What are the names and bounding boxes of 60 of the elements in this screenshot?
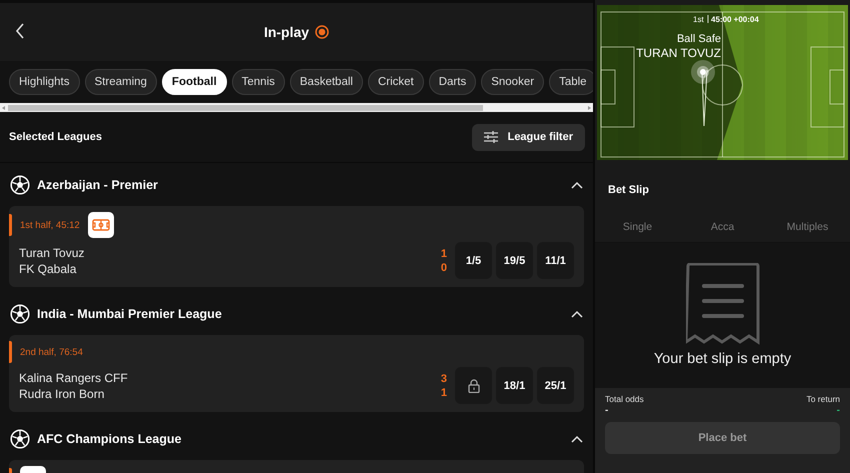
page-title: In-play	[264, 24, 310, 40]
league-name: India - Mumbai Premier League	[37, 306, 222, 320]
sport-tab[interactable]: Snooker	[481, 69, 544, 95]
live-marker	[9, 341, 12, 363]
team-name: Rudra Iron Born	[19, 386, 106, 400]
team-name: Kalina Rangers CFF	[19, 370, 129, 384]
sliders-icon	[484, 131, 498, 143]
match-period: 2nd half, 76:54	[20, 346, 83, 358]
ball-status: Ball Safe	[676, 33, 721, 45]
total-odds-label: Total odds	[605, 394, 644, 404]
sport-tab[interactable]: Streaming	[84, 69, 157, 95]
football-icon	[10, 304, 30, 324]
sport-tab[interactable]: Table	[549, 69, 593, 95]
team-in-possession: TURAN TOVUZ	[636, 46, 721, 60]
sport-tab[interactable]: Darts	[428, 69, 476, 95]
sport-tab[interactable]: Football	[162, 69, 227, 95]
team-score: 3	[440, 372, 447, 384]
chevron-icon[interactable]	[571, 434, 583, 442]
match-period: 1st half, 45:12	[20, 220, 80, 230]
odds-button[interactable]: 1/5	[455, 242, 492, 279]
league-filter-button[interactable]: League filter	[472, 124, 585, 150]
empty-message: Your bet slip is empty	[654, 351, 792, 367]
match-half: 1st	[693, 15, 704, 24]
odds-button[interactable]: 11/1	[537, 242, 574, 279]
football-icon	[10, 428, 30, 448]
football-icon	[10, 174, 30, 194]
team-score: 0	[440, 262, 447, 274]
match-card[interactable]: 2nd half, 76:54 Kalina Rangers CFF Rudra Iron Born 3 1 18/1 25/1	[9, 335, 584, 412]
pitch-icon[interactable]	[88, 212, 114, 238]
sport-tab[interactable]: Basketball	[290, 69, 363, 95]
match-clock: 45:00 +00:04	[711, 15, 759, 24]
chevron-icon[interactable]	[571, 310, 583, 318]
to-return-label: To return	[806, 394, 840, 404]
bet-type-tab[interactable]: Single	[595, 212, 680, 242]
league-name: AFC Champions League	[37, 432, 182, 446]
sport-tab[interactable]: Cricket	[368, 69, 424, 95]
section-title: Selected Leagues	[9, 131, 102, 143]
league-name: Azerbaijan - Premier	[37, 178, 158, 192]
team-score: 1	[440, 248, 447, 260]
team-name: FK Qabala	[19, 262, 78, 276]
total-odds-value: -	[605, 404, 608, 418]
odds-button[interactable]: 25/1	[537, 367, 574, 404]
lock-icon	[468, 378, 480, 392]
bet-type-tab[interactable]: Acca	[680, 212, 765, 242]
odds-button[interactable]: 18/1	[496, 367, 533, 404]
chevron-icon[interactable]	[571, 180, 583, 188]
odds-button[interactable]: 19/5	[496, 242, 533, 279]
live-marker	[9, 214, 12, 236]
team-name: Turan Tovuz	[19, 246, 86, 260]
bet-slip-title: Bet Slip	[607, 183, 650, 198]
match-card[interactable]: 1st half, 45:12 Turan Tovuz FK Qabala 1 0 1/5 19/5 11/1	[9, 206, 584, 287]
receipt-icon	[686, 263, 760, 345]
ball-marker	[691, 60, 715, 126]
back-icon[interactable]	[15, 23, 25, 39]
sport-tab[interactable]: Highlights	[9, 69, 80, 95]
place-bet-button[interactable]: Place bet	[605, 422, 840, 454]
sport-tab[interactable]: Tennis	[232, 69, 285, 95]
bet-type-tab[interactable]: Multiples	[765, 212, 850, 242]
team-score: 1	[440, 386, 447, 398]
to-return-value: -	[836, 404, 840, 418]
